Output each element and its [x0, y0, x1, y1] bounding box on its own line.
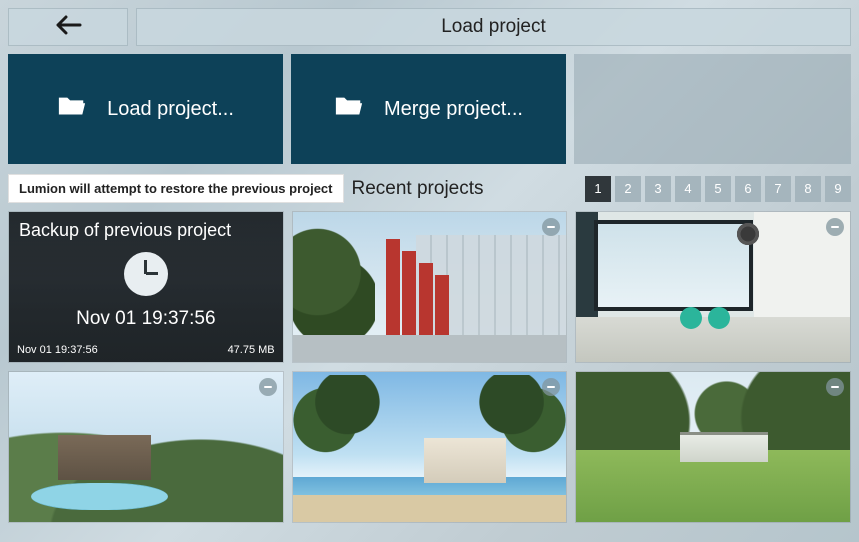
backup-footer-size: 47.75 MB — [228, 344, 275, 356]
page-button-7[interactable]: 7 — [765, 176, 791, 202]
project-thumb[interactable] — [292, 371, 568, 523]
backup-overlay: Backup of previous project Nov 01 19:37:… — [9, 212, 283, 362]
remove-project-icon[interactable] — [826, 218, 844, 236]
backup-footer-time: Nov 01 19:37:56 — [17, 344, 98, 356]
restore-tooltip: Lumion will attempt to restore the previ… — [8, 174, 344, 203]
restore-tooltip-text: Lumion will attempt to restore the previ… — [19, 181, 333, 196]
clock-icon — [124, 252, 168, 296]
header-bar: Load project — [0, 0, 859, 50]
page-button-6[interactable]: 6 — [735, 176, 761, 202]
folder-open-icon — [57, 93, 87, 125]
page-title: Load project — [136, 8, 851, 46]
page-button-2[interactable]: 2 — [615, 176, 641, 202]
merge-project-label: Merge project... — [384, 98, 523, 121]
remove-project-icon[interactable] — [826, 378, 844, 396]
thumb-scene — [293, 212, 567, 362]
recent-projects-label: Recent projects — [352, 178, 580, 200]
remove-project-icon[interactable] — [259, 378, 277, 396]
backup-time: Nov 01 19:37:56 — [76, 308, 215, 330]
backup-footer: Nov 01 19:37:56 47.75 MB — [9, 340, 283, 362]
merge-project-button[interactable]: Merge project... — [291, 54, 566, 164]
action-row: Load project... Merge project... — [0, 50, 859, 168]
folder-open-icon — [334, 93, 364, 125]
thumb-scene — [293, 372, 567, 522]
project-thumb[interactable] — [292, 211, 568, 363]
page-button-8[interactable]: 8 — [795, 176, 821, 202]
thumb-scene — [9, 372, 283, 522]
page-button-4[interactable]: 4 — [675, 176, 701, 202]
pagination: 1 2 3 4 5 6 7 8 9 — [585, 176, 851, 202]
page-button-3[interactable]: 3 — [645, 176, 671, 202]
page-button-9[interactable]: 9 — [825, 176, 851, 202]
arrow-left-icon — [54, 15, 82, 40]
project-thumb[interactable] — [575, 211, 851, 363]
page-button-5[interactable]: 5 — [705, 176, 731, 202]
project-grid: Backup of previous project Nov 01 19:37:… — [0, 205, 859, 531]
thumb-scene — [576, 212, 850, 362]
back-button[interactable] — [8, 8, 128, 46]
action-spacer — [574, 54, 851, 164]
load-project-label: Load project... — [107, 98, 234, 121]
page-button-1[interactable]: 1 — [585, 176, 611, 202]
project-thumb[interactable] — [575, 371, 851, 523]
page-title-text: Load project — [441, 16, 546, 38]
backup-title: Backup of previous project — [9, 212, 283, 241]
load-project-button[interactable]: Load project... — [8, 54, 283, 164]
recent-header: Lumion will attempt to restore the previ… — [0, 168, 859, 205]
backup-mid: Nov 01 19:37:56 — [9, 241, 283, 340]
project-thumb-backup[interactable]: Backup of previous project Nov 01 19:37:… — [8, 211, 284, 363]
thumb-scene — [576, 372, 850, 522]
project-thumb[interactable] — [8, 371, 284, 523]
